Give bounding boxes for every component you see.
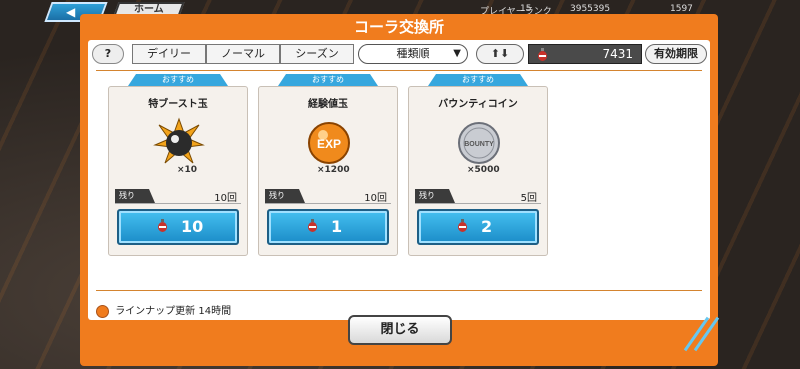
remaining-row: 残り 5回 — [415, 189, 541, 204]
svg-text:BOUNTY: BOUNTY — [464, 141, 494, 148]
money-value: 3955395 — [570, 4, 611, 14]
lineup-time: 14時間 — [198, 306, 232, 317]
remaining-row: 残り 10回 — [115, 189, 241, 204]
exchange-card: おすすめ 特ブースト玉 ×10 残り 10回 10 — [108, 74, 248, 256]
tab-daily[interactable]: デイリー — [132, 44, 206, 64]
clock-icon — [96, 304, 109, 318]
top-divider — [96, 70, 702, 71]
card-body: 特ブースト玉 ×10 残り 10回 10 — [108, 86, 248, 256]
cost-value: 10 — [181, 217, 204, 236]
remaining-row: 残り 10回 — [265, 189, 391, 204]
panel-title: コーラ交換所 — [353, 18, 444, 36]
gems-value: 1597 — [670, 4, 693, 14]
item-title: 特ブースト玉 — [148, 99, 208, 110]
remaining-value: 10回 — [364, 193, 387, 204]
recommend-badge: おすすめ — [128, 74, 228, 86]
cost-value: 1 — [331, 217, 343, 236]
remaining-label: 残り — [415, 189, 455, 203]
remaining-value: 5回 — [520, 193, 537, 204]
exchange-button[interactable]: 10 — [117, 209, 239, 245]
cola-bottle-icon — [538, 48, 547, 61]
item-title: バウンティコイン — [438, 99, 518, 110]
item-quantity: ×10 — [177, 165, 198, 175]
boost-orb-icon — [153, 117, 205, 164]
cola-balance: 7431 — [528, 44, 642, 64]
back-arrow-icon: ◀ — [66, 5, 76, 19]
close-button[interactable]: 閉じる — [348, 315, 452, 345]
remaining-value: 10回 — [214, 193, 237, 204]
expiry-button[interactable]: 有効期限 — [645, 44, 707, 64]
item-title: 経験値玉 — [308, 99, 348, 110]
exp-orb-icon: EXP — [308, 122, 350, 164]
chevron-down-icon: ▼ — [453, 48, 461, 59]
cola-bottle-icon — [158, 219, 167, 232]
cost-value: 2 — [481, 217, 493, 236]
exchange-button[interactable]: 1 — [267, 209, 389, 245]
bounty-coin-icon: BOUNTY — [458, 122, 500, 164]
cola-bottle-icon — [308, 219, 317, 232]
card-body: バウンティコイン BOUNTY ×5000 残り 5回 2 — [408, 86, 548, 256]
sort-label: 種類順 — [396, 47, 430, 60]
bottom-divider — [96, 290, 702, 291]
cola-exchange-panel: コーラ交換所 ? デイリー ノーマル シーズン 種類順 ▼ ⬆⬇ 7431 有効… — [80, 14, 720, 366]
sort-order-button[interactable]: ⬆⬇ — [476, 44, 524, 64]
item-quantity: ×1200 — [317, 165, 350, 175]
cola-count: 7431 — [602, 47, 633, 61]
remaining-label: 残り — [265, 189, 305, 203]
remaining-label: 残り — [115, 189, 155, 203]
svg-text:EXP: EXP — [317, 137, 341, 151]
player-rank-value: 15 — [520, 4, 532, 14]
exchange-button[interactable]: 2 — [417, 209, 539, 245]
sort-dropdown[interactable]: 種類順 ▼ — [358, 44, 468, 64]
exchange-card: おすすめ 経験値玉 EXP ×1200 残り 10回 1 — [258, 74, 398, 256]
category-tabs: デイリー ノーマル シーズン — [132, 44, 354, 64]
cola-bottle-icon — [458, 219, 467, 232]
item-quantity: ×5000 — [467, 165, 500, 175]
lineup-label: ラインナップ更新 — [115, 306, 196, 317]
recommend-badge: おすすめ — [278, 74, 378, 86]
help-button[interactable]: ? — [92, 44, 124, 64]
card-body: 経験値玉 EXP ×1200 残り 10回 1 — [258, 86, 398, 256]
panel-content: ? デイリー ノーマル シーズン 種類順 ▼ ⬆⬇ 7431 有効期限 おすすめ — [88, 40, 710, 320]
sort-order-icon: ⬆⬇ — [490, 47, 510, 60]
tab-normal[interactable]: ノーマル — [206, 44, 280, 64]
recommend-badge: おすすめ — [428, 74, 528, 86]
tab-season[interactable]: シーズン — [280, 44, 354, 64]
exchange-card: おすすめ バウンティコイン BOUNTY ×5000 残り 5回 2 — [408, 74, 548, 256]
lineup-update: ラインナップ更新 14時間 — [96, 302, 231, 318]
